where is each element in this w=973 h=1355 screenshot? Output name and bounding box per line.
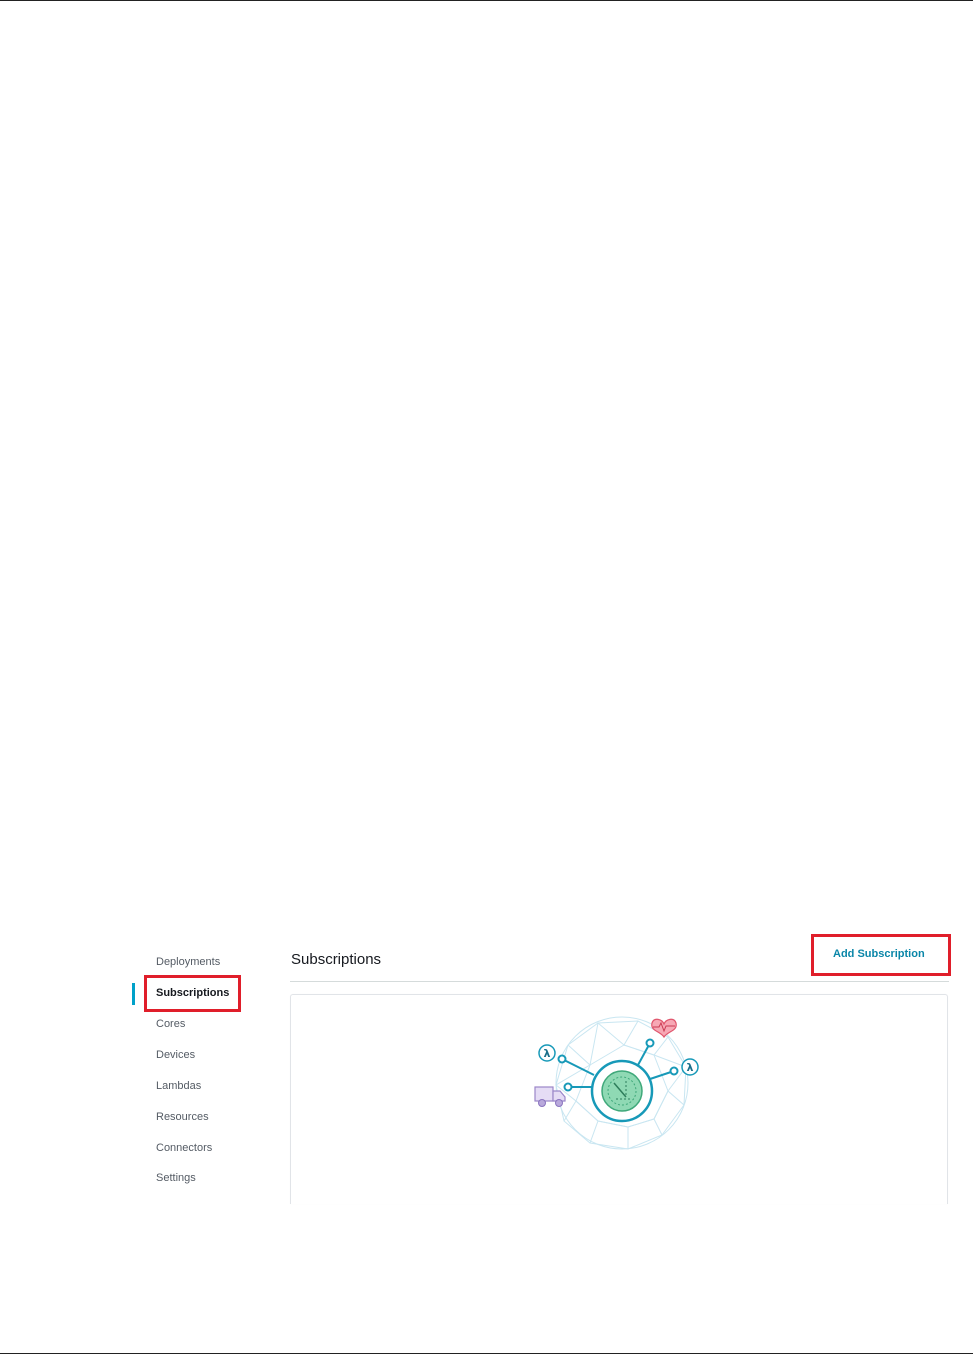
sidebar-item-settings[interactable]: Settings [156,1172,196,1184]
lambda-icon-right: λ [681,1058,699,1076]
svg-text:λ: λ [687,1061,694,1074]
lambda-icon-left: λ [538,1044,556,1062]
subscriptions-illustration: λ λ [534,1016,699,1150]
svg-text:λ: λ [544,1047,551,1060]
add-subscription-highlight-box [811,934,951,976]
sidebar-item-cores[interactable]: Cores [156,1018,185,1030]
active-item-indicator [132,983,135,1005]
sidebar-item-deployments[interactable]: Deployments [156,956,220,968]
subscriptions-highlight-box [144,975,241,1012]
sidebar-item-lambdas[interactable]: Lambdas [156,1080,201,1092]
sidebar-item-devices[interactable]: Devices [156,1049,195,1061]
heart-monitor-icon [651,1018,677,1039]
truck-icon [534,1086,566,1107]
page-bottom-border [0,1353,973,1354]
sidebar-item-resources[interactable]: Resources [156,1111,209,1123]
hub-icon [590,1059,654,1123]
page-title: Subscriptions [291,951,382,968]
header-divider [290,981,949,982]
sidebar-item-connectors[interactable]: Connectors [156,1142,212,1154]
page-top-border [0,0,973,1]
